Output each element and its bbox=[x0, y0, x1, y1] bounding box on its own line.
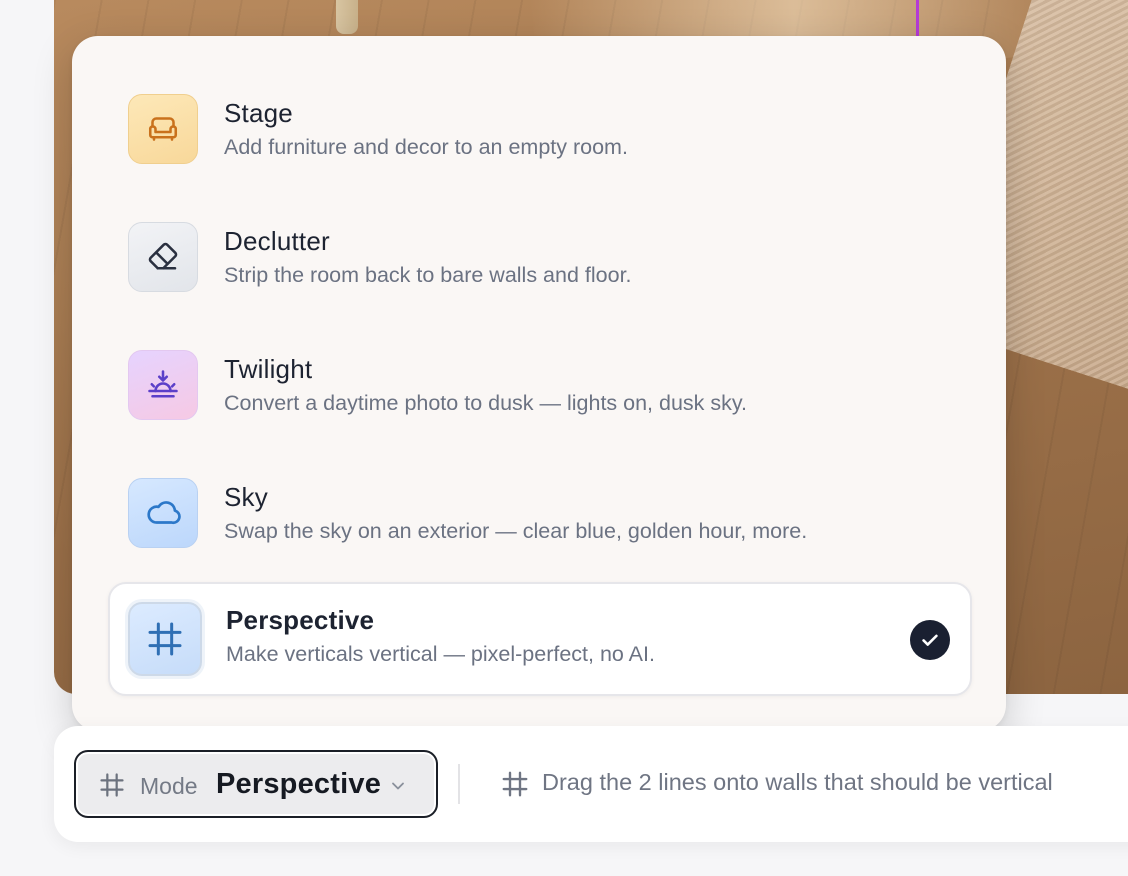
option-title: Twilight bbox=[224, 354, 313, 384]
option-title: Sky bbox=[224, 482, 268, 512]
editor-screen: Stage Add furniture and decor to an empt… bbox=[0, 0, 1128, 876]
option-title: Stage bbox=[224, 98, 293, 128]
option-title: Perspective bbox=[226, 605, 375, 635]
grid-hash-icon bbox=[98, 771, 126, 804]
mode-option-twilight[interactable]: Twilight Convert a daytime photo to dusk… bbox=[108, 331, 972, 441]
sunset-icon bbox=[128, 350, 198, 420]
mode-dropdown-menu: Stage Add furniture and decor to an empt… bbox=[72, 36, 1006, 731]
option-description: Convert a daytime photo to dusk — lights… bbox=[224, 391, 748, 415]
mode-selector-button[interactable]: Mode Perspective bbox=[74, 750, 438, 818]
sofa-icon bbox=[128, 94, 198, 164]
mode-option-stage[interactable]: Stage Add furniture and decor to an empt… bbox=[108, 75, 972, 185]
mode-value: Perspective bbox=[216, 768, 382, 800]
instruction-hint: Drag the 2 lines onto walls that should … bbox=[542, 769, 1053, 795]
mode-option-sky[interactable]: Sky Swap the sky on an exterior — clear … bbox=[108, 459, 972, 569]
option-description: Swap the sky on an exterior — clear blue… bbox=[224, 519, 808, 543]
bottom-toolbar: Mode Perspective Drag the 2 lines onto w… bbox=[54, 726, 1128, 842]
toolbar-divider bbox=[458, 764, 460, 804]
eraser-icon bbox=[128, 222, 198, 292]
option-description: Strip the room back to bare walls and fl… bbox=[224, 263, 632, 287]
option-title: Declutter bbox=[224, 226, 330, 256]
cloud-icon bbox=[128, 478, 198, 548]
mode-option-declutter[interactable]: Declutter Strip the room back to bare wa… bbox=[108, 203, 972, 313]
grid-hash-icon bbox=[500, 769, 530, 804]
mode-label: Mode bbox=[140, 773, 198, 799]
checkmark-icon bbox=[910, 620, 950, 660]
mode-option-perspective[interactable]: Perspective Make verticals vertical — pi… bbox=[108, 582, 972, 696]
option-description: Add furniture and decor to an empty room… bbox=[224, 135, 628, 159]
chevron-down-icon bbox=[388, 776, 408, 801]
vertical-guide-line[interactable] bbox=[916, 0, 919, 40]
option-description: Make verticals vertical — pixel-perfect,… bbox=[226, 642, 655, 666]
chair-leg bbox=[336, 0, 358, 34]
grid-hash-icon bbox=[128, 602, 202, 676]
